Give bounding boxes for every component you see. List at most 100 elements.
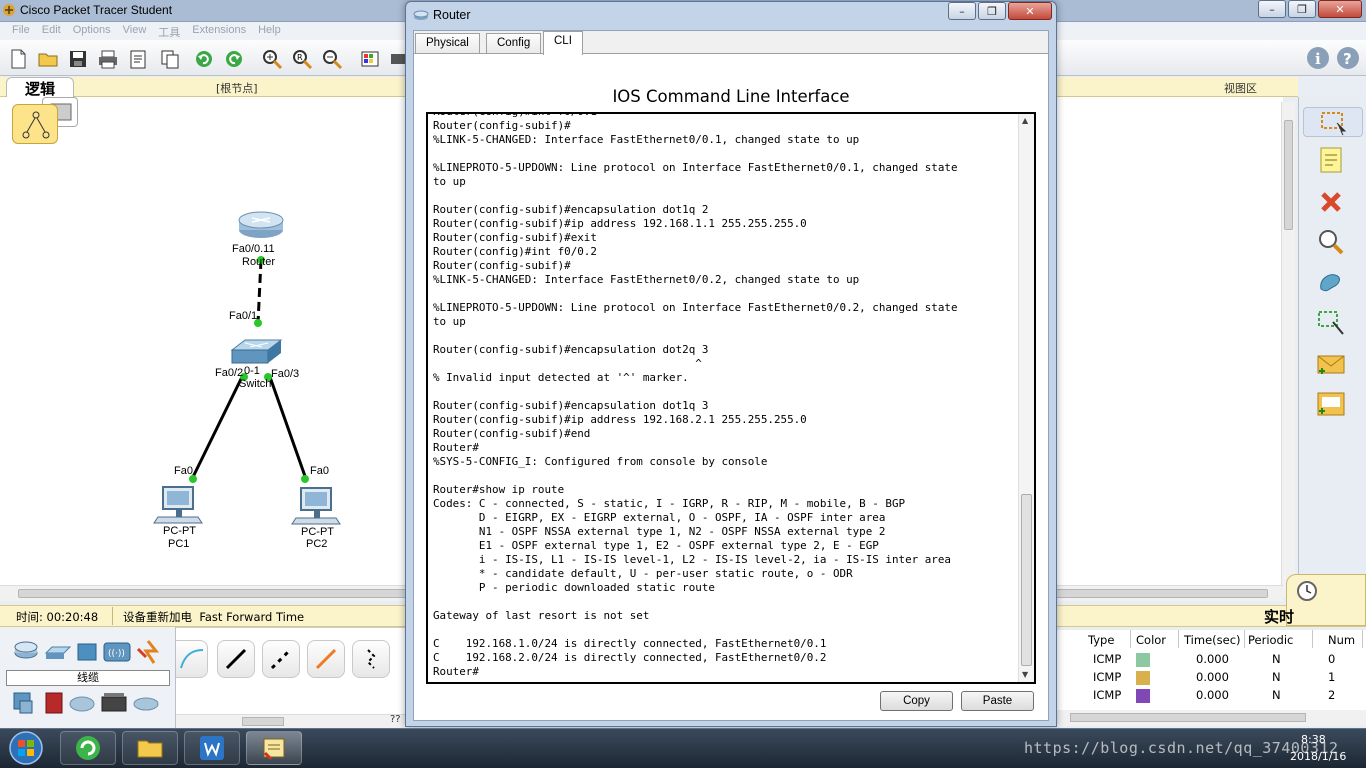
tab-cli[interactable]: CLI bbox=[543, 31, 583, 55]
maximize-button[interactable]: ❐ bbox=[1288, 0, 1316, 18]
pdu-time: 0.000 bbox=[1196, 670, 1229, 684]
realtime-label: 实时 bbox=[1264, 608, 1295, 626]
scroll-up-icon[interactable]: ▲ bbox=[1022, 116, 1028, 125]
paste-button[interactable]: Paste bbox=[961, 691, 1034, 711]
console-cable-button[interactable] bbox=[176, 640, 208, 678]
copy-icon[interactable] bbox=[158, 47, 182, 71]
cli-output[interactable]: Router(config)#int f0/0.1 Router(config-s… bbox=[433, 114, 1015, 679]
device-list-scrollbar[interactable] bbox=[176, 714, 408, 728]
copy-button[interactable]: Copy bbox=[880, 691, 953, 711]
resize-shape-icon[interactable] bbox=[1315, 307, 1347, 337]
close-button[interactable]: ✕ bbox=[1318, 0, 1362, 18]
scroll-thumb[interactable] bbox=[1021, 494, 1032, 666]
router-close-button[interactable]: ✕ bbox=[1008, 2, 1052, 20]
menu-file[interactable]: File bbox=[6, 22, 36, 40]
cli-line: Router(config-subif)#exit bbox=[433, 231, 597, 244]
save-icon[interactable] bbox=[66, 47, 90, 71]
menu-extensions[interactable]: Extensions bbox=[186, 22, 252, 40]
switch-port-right-label: Fa0/3 bbox=[271, 368, 300, 380]
inspect-tool-icon[interactable] bbox=[1315, 227, 1347, 257]
router-minimize-button[interactable]: – bbox=[948, 2, 976, 20]
router-name-label[interactable]: Router bbox=[242, 256, 275, 268]
security-category-icon bbox=[45, 692, 63, 714]
pdu-time: 0.000 bbox=[1196, 652, 1229, 666]
pdu-header-num[interactable]: Num bbox=[1328, 633, 1355, 647]
redo-icon[interactable] bbox=[222, 47, 246, 71]
add-simple-pdu-icon[interactable] bbox=[1315, 349, 1347, 379]
menu-view[interactable]: View bbox=[117, 22, 153, 40]
cli-line: Router(config-subif)#ip address 192.168.… bbox=[433, 413, 807, 426]
power-cycle-devices-button[interactable]: 设备重新加电 Fast Forward Time bbox=[123, 609, 304, 625]
cli-console[interactable]: Router(config)#int f0/0.1 Router(config-s… bbox=[426, 112, 1036, 684]
workspace-vertical-scrollbar[interactable] bbox=[1281, 102, 1295, 598]
pdu-table-scrollbar[interactable] bbox=[1056, 710, 1366, 726]
phone-cable-button[interactable] bbox=[352, 640, 390, 678]
app-title: Cisco Packet Tracer Student bbox=[20, 3, 173, 17]
svg-text:R: R bbox=[297, 53, 303, 62]
print-icon[interactable] bbox=[96, 47, 120, 71]
cli-line: * - candidate default, U - per-user stat… bbox=[433, 567, 853, 580]
open-folder-icon[interactable] bbox=[36, 47, 60, 71]
router-device-icon bbox=[238, 211, 284, 238]
zoom-out-icon[interactable] bbox=[320, 47, 344, 71]
info-icon[interactable]: i bbox=[1306, 46, 1330, 70]
cli-line: E1 - OSPF external type 1, E2 - OSPF ext… bbox=[433, 539, 879, 552]
viewport-label[interactable]: 视图区 bbox=[1224, 80, 1257, 96]
svg-text:((·)): ((·)) bbox=[108, 649, 125, 659]
zoom-reset-icon[interactable]: R bbox=[290, 47, 314, 71]
realtime-mode-tab[interactable] bbox=[1286, 574, 1366, 626]
minimize-button[interactable]: – bbox=[1258, 0, 1286, 18]
simulation-time: 时间: 00:20:48 bbox=[16, 610, 99, 624]
tab-config[interactable]: Config bbox=[486, 33, 542, 54]
pdu-header-time[interactable]: Time(sec) bbox=[1184, 633, 1241, 647]
pc2-type-label: PC-PT bbox=[301, 526, 334, 538]
taskbar-browser-icon[interactable] bbox=[60, 731, 116, 765]
pc2-name-label[interactable]: PC2 bbox=[306, 538, 327, 550]
clock-date[interactable]: 2018/1/16 bbox=[1290, 750, 1346, 763]
pdu-header-type[interactable]: Type bbox=[1088, 633, 1114, 647]
menu-options[interactable]: Options bbox=[67, 22, 117, 40]
cli-heading: IOS Command Line Interface bbox=[612, 87, 850, 106]
new-file-icon[interactable] bbox=[6, 47, 30, 71]
undo-icon[interactable] bbox=[192, 47, 216, 71]
routers-category-icon bbox=[14, 641, 38, 659]
palette-icon[interactable] bbox=[358, 47, 382, 71]
copper-straight-through-button[interactable] bbox=[217, 640, 255, 678]
switch-name-label[interactable]: Switch bbox=[239, 378, 271, 390]
scroll-down-icon[interactable]: ▼ bbox=[1022, 670, 1028, 679]
menu-tools[interactable]: 工具 bbox=[152, 22, 186, 40]
note-tool-icon[interactable] bbox=[1315, 145, 1347, 175]
menu-edit[interactable]: Edit bbox=[36, 22, 67, 40]
fast-forward-time-button[interactable]: Fast Forward Time bbox=[199, 610, 304, 624]
select-tool-icon[interactable] bbox=[1303, 107, 1363, 137]
pdu-header-color[interactable]: Color bbox=[1136, 633, 1166, 647]
taskbar-word-icon[interactable] bbox=[184, 731, 240, 765]
router-maximize-button[interactable]: ❐ bbox=[978, 2, 1006, 20]
taskbar-packet-tracer-icon[interactable] bbox=[246, 731, 302, 765]
tab-physical[interactable]: Physical bbox=[415, 33, 480, 54]
cli-line bbox=[433, 385, 1015, 399]
menu-help[interactable]: Help bbox=[252, 22, 287, 40]
fiber-cable-button[interactable] bbox=[307, 640, 345, 678]
help-icon[interactable]: ? bbox=[1336, 46, 1360, 70]
cli-scrollbar[interactable]: ▲ ▼ bbox=[1018, 114, 1034, 682]
cli-line bbox=[433, 595, 1015, 609]
pc1-port-label: Fa0 bbox=[174, 465, 193, 477]
pc1-device-icon bbox=[153, 486, 203, 524]
pc1-name-label[interactable]: PC1 bbox=[168, 538, 189, 550]
network-topology bbox=[153, 211, 341, 525]
taskbar-explorer-icon[interactable] bbox=[122, 731, 178, 765]
delete-tool-icon[interactable] bbox=[1315, 187, 1347, 217]
add-complex-pdu-icon[interactable] bbox=[1315, 389, 1347, 419]
zoom-in-icon[interactable] bbox=[260, 47, 284, 71]
root-node-label[interactable]: [根节点] bbox=[216, 80, 258, 96]
draw-shape-icon[interactable] bbox=[1315, 267, 1347, 297]
copper-cross-over-button[interactable] bbox=[262, 640, 300, 678]
switch-uplink-label: Fa0/1 bbox=[229, 310, 258, 322]
pc1-type-label: PC-PT bbox=[163, 525, 196, 537]
cli-line: Router(config)#int f0/0.1 bbox=[433, 114, 1015, 119]
activity-wizard-icon[interactable] bbox=[126, 47, 150, 71]
clock-time[interactable]: 8:38 bbox=[1301, 733, 1326, 746]
start-button[interactable] bbox=[4, 730, 46, 766]
pdu-header-periodic[interactable]: Periodic bbox=[1248, 633, 1293, 647]
